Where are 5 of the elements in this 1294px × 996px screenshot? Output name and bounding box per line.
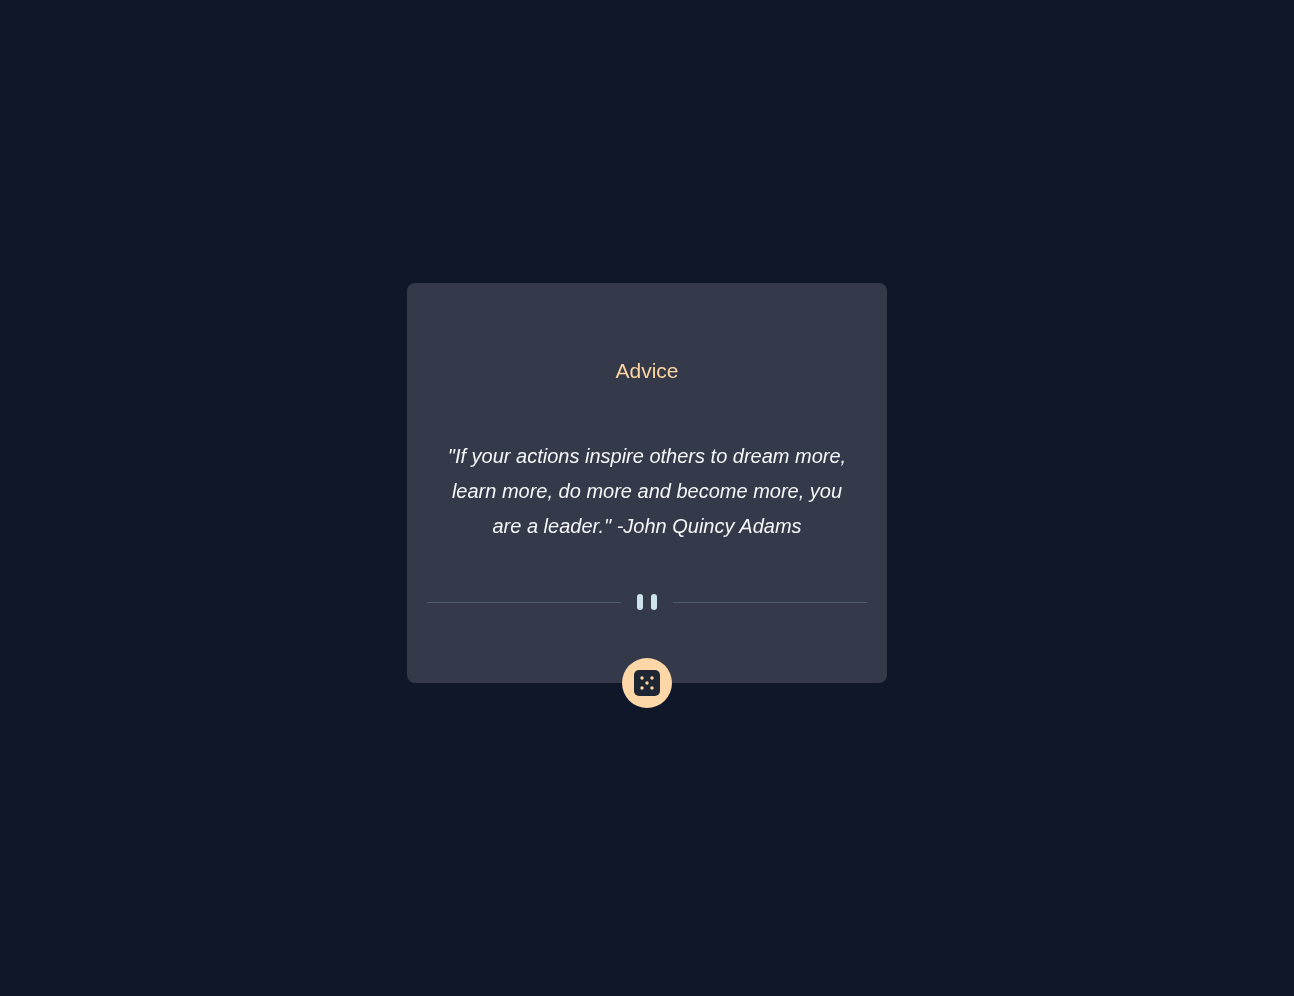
advice-quote: "If your actions inspire others to dream more, learn more, do more and become more, you are a leader." -John Quincy Adams xyxy=(446,444,848,539)
pause-icon xyxy=(637,594,657,610)
dice-button[interactable] xyxy=(622,658,672,708)
dice-icon xyxy=(634,670,660,696)
card-title: Advice xyxy=(615,359,679,383)
